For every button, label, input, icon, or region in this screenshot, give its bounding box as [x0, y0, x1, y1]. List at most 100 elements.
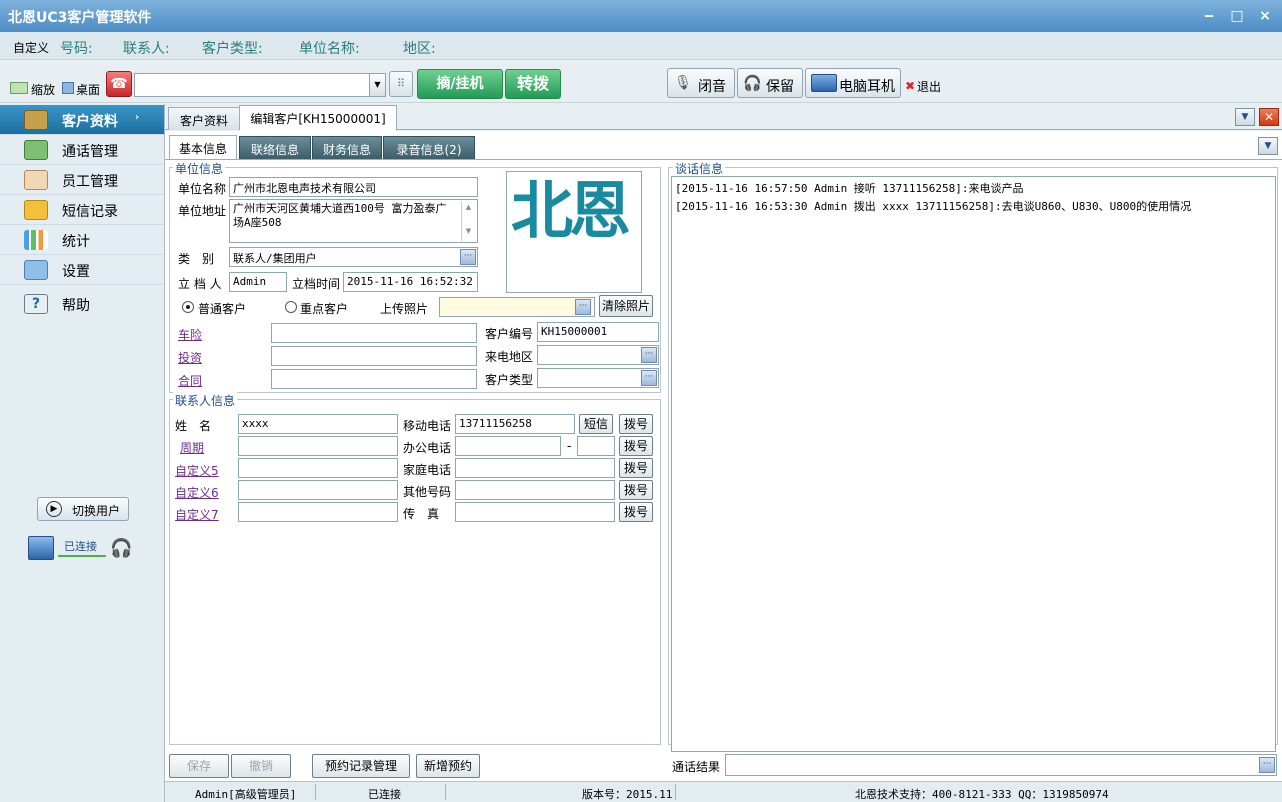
custom7-field[interactable] — [238, 502, 398, 522]
close-button[interactable]: × — [1254, 5, 1276, 27]
fax-field[interactable] — [455, 502, 615, 522]
created-time-field[interactable]: 2015-11-16 16:52:32 — [343, 272, 478, 292]
tab-edit-customer[interactable]: 编辑客户[KH15000001] — [239, 105, 397, 131]
phone-icon[interactable]: ☎ — [106, 71, 132, 97]
address-field[interactable]: 广州市天河区黄埔大道西100号 富力盈泰广场A座508 — [229, 199, 478, 243]
radio-key-customer[interactable] — [285, 301, 297, 313]
tab-finance-info[interactable]: 财务信息 — [312, 136, 382, 159]
radio-normal-customer[interactable] — [182, 301, 194, 313]
investment-field[interactable] — [271, 346, 477, 366]
custom5-link[interactable]: 自定义5 — [175, 462, 219, 479]
other-number-field[interactable] — [455, 480, 615, 500]
tab-customer-data[interactable]: 客户资料 — [168, 107, 240, 130]
mobile-label: 移动电话 — [403, 419, 452, 433]
staff-icon — [24, 170, 48, 190]
new-appointment-button[interactable]: 新增预约 — [416, 754, 480, 778]
tab-recording-info[interactable]: 录音信息(2) — [383, 136, 475, 159]
sidebar-item-settings[interactable]: 设置 — [0, 255, 164, 285]
maximize-button[interactable]: □ — [1226, 5, 1248, 27]
hold-button[interactable]: 🎧 保留 — [737, 68, 803, 98]
office-phone-ext-field[interactable] — [577, 436, 615, 456]
desktop-icon[interactable] — [62, 82, 74, 94]
radio-normal-label[interactable]: 普通客户 — [198, 300, 246, 317]
save-button[interactable]: 保存 — [169, 754, 229, 778]
connection-line — [58, 555, 106, 557]
undo-button[interactable]: 撤销 — [231, 754, 291, 778]
call-result-field[interactable] — [725, 754, 1277, 776]
cycle-link[interactable]: 周期 — [180, 439, 204, 456]
mute-button[interactable]: 🎙 闭音 — [667, 68, 735, 98]
mobile-field[interactable]: 13711156258 — [455, 414, 575, 434]
subtab-dropdown-icon[interactable]: ▼ — [1258, 137, 1278, 155]
car-insurance-link[interactable]: 车险 — [178, 326, 202, 343]
status-user: Admin[高级管理员] — [195, 788, 297, 801]
query-field-unit-name[interactable]: 单位名称: — [299, 38, 360, 58]
office-phone-field[interactable] — [455, 436, 561, 456]
custom7-link[interactable]: 自定义7 — [175, 506, 219, 523]
dial-home-button[interactable]: 拨号 — [619, 458, 653, 478]
clear-photo-button[interactable]: 清除照片 — [599, 295, 653, 317]
dial-other-button[interactable]: 拨号 — [619, 480, 653, 500]
appointment-management-button[interactable]: 预约记录管理 — [312, 754, 410, 778]
address-scrollbar[interactable]: ▲ ▼ — [461, 201, 475, 241]
query-field-number[interactable]: 号码: — [60, 38, 93, 58]
home-phone-field[interactable] — [455, 458, 615, 478]
car-insurance-field[interactable] — [271, 323, 477, 343]
close-tab-icon[interactable]: ✕ — [1259, 108, 1279, 126]
sidebar-item-sms-records[interactable]: 短信记录 — [0, 195, 164, 225]
dial-office-button[interactable]: 拨号 — [619, 436, 653, 456]
sidebar-item-statistics[interactable]: 统计 — [0, 225, 164, 255]
tab-contact-info[interactable]: 联络信息 — [239, 136, 311, 159]
query-field-region[interactable]: 地区: — [403, 38, 436, 58]
dial-fax-button[interactable]: 拨号 — [619, 502, 653, 522]
custom6-link[interactable]: 自定义6 — [175, 484, 219, 501]
category-field[interactable]: 联系人/集团用户 — [229, 247, 478, 267]
zoom-icon[interactable] — [10, 82, 28, 94]
contract-field[interactable] — [271, 369, 477, 389]
category-picker-icon[interactable]: ··· — [460, 249, 476, 265]
address-label: 单位地址 — [178, 204, 227, 218]
caller-area-picker-icon[interactable]: ··· — [641, 347, 657, 363]
conversation-log[interactable]: [2015-11-16 16:57:50 Admin 接听 1371115625… — [671, 176, 1276, 752]
pickup-hangup-button[interactable]: 摘/挂机 — [417, 69, 503, 99]
dial-dropdown-icon[interactable]: ▼ — [369, 74, 385, 96]
call-result-picker-icon[interactable]: ··· — [1259, 757, 1275, 773]
pc-headset-button[interactable]: 电脑耳机 — [805, 68, 901, 98]
customer-photo[interactable]: 北恩 — [506, 171, 642, 293]
unit-name-field[interactable]: 广州市北恩电声技术有限公司 — [229, 177, 478, 197]
sidebar-item-staff-management[interactable]: 员工管理 — [0, 165, 164, 195]
query-field-contact[interactable]: 联系人: — [123, 38, 170, 58]
investment-link[interactable]: 投资 — [178, 349, 202, 366]
dial-number-combo[interactable]: ▼ — [134, 73, 386, 97]
exit-icon[interactable]: ✖ — [905, 79, 915, 93]
sms-button[interactable]: 短信 — [579, 414, 613, 434]
custom5-field[interactable] — [238, 458, 398, 478]
dial-mobile-button[interactable]: 拨号 — [619, 414, 653, 434]
upload-photo-picker-icon[interactable]: ··· — [575, 299, 591, 315]
tab-list-dropdown-icon[interactable]: ▼ — [1235, 108, 1255, 126]
radio-key-label[interactable]: 重点客户 — [300, 300, 348, 317]
contact-name-field[interactable]: xxxx — [238, 414, 398, 434]
desktop-label[interactable]: 桌面 — [76, 81, 100, 98]
connection-status: 已连接 — [64, 540, 97, 553]
upload-photo-field[interactable] — [439, 297, 595, 317]
transfer-button[interactable]: 转拨 — [505, 69, 561, 99]
contract-link[interactable]: 合同 — [178, 372, 202, 389]
sidebar: 客户资料 › 通话管理 员工管理 短信记录 统计 设置 ? 帮助 ▶ 切换用户 … — [0, 104, 165, 802]
minimize-button[interactable]: ‒ — [1198, 5, 1220, 27]
switch-user-button[interactable]: ▶ 切换用户 — [37, 497, 129, 521]
customer-type-picker-icon[interactable]: ··· — [641, 370, 657, 386]
custom6-field[interactable] — [238, 480, 398, 500]
sidebar-item-call-management[interactable]: 通话管理 — [0, 135, 164, 165]
custom-query-label[interactable]: 自定义 — [13, 39, 49, 56]
query-field-customer-type[interactable]: 客户类型: — [202, 38, 263, 58]
sidebar-item-customer-data[interactable]: 客户资料 › — [0, 105, 164, 135]
zoom-label[interactable]: 缩放 — [31, 81, 55, 98]
sidebar-item-help[interactable]: ? 帮助 — [0, 289, 164, 319]
creator-field[interactable]: Admin — [229, 272, 287, 292]
keypad-icon[interactable]: ⠿ — [389, 71, 413, 97]
exit-label[interactable]: 退出 — [917, 78, 941, 95]
customer-no-field[interactable]: KH15000001 — [537, 322, 659, 342]
cycle-field[interactable] — [238, 436, 398, 456]
tab-basic-info[interactable]: 基本信息 — [169, 135, 237, 159]
